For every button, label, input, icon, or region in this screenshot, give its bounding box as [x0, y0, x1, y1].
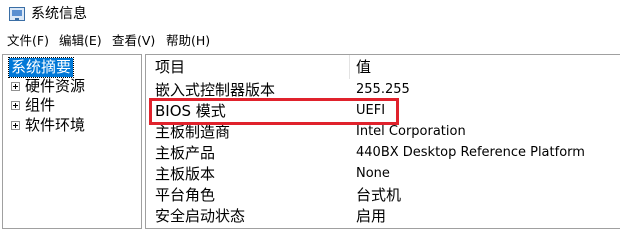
tree-item-label: 软件环境: [25, 116, 86, 134]
column-divider[interactable]: [349, 55, 350, 79]
system-information-icon: [9, 7, 25, 21]
table-row[interactable]: 主板产品 440BX Desktop Reference Platform: [146, 143, 620, 163]
category-tree[interactable]: 系统摘要 硬件资源 组件 软件环境: [2, 54, 142, 229]
plus-expander-icon[interactable]: [11, 101, 20, 110]
row-item: 平台角色: [155, 186, 216, 204]
highlight-annotation-box: [149, 98, 399, 125]
column-header-value[interactable]: 值: [356, 55, 371, 79]
row-item: 嵌入式控制器版本: [155, 81, 276, 99]
table-row[interactable]: 主板版本 None: [146, 164, 620, 184]
row-value: 440BX Desktop Reference Platform: [356, 145, 585, 160]
menu-help[interactable]: 帮助(H): [166, 33, 210, 49]
window-title: 系统信息: [31, 6, 87, 22]
plus-expander-icon[interactable]: [11, 82, 20, 91]
row-value: 台式机: [356, 186, 402, 204]
column-header-item[interactable]: 项目: [155, 55, 185, 79]
row-value: 255.255: [356, 82, 410, 97]
table-row[interactable]: 平台角色 台式机: [146, 185, 620, 205]
row-value: None: [356, 166, 390, 181]
row-value: Intel Corporation: [356, 124, 466, 139]
menu-view[interactable]: 查看(V): [112, 33, 155, 49]
tree-item-label: 硬件资源: [25, 77, 86, 95]
menu-file[interactable]: 文件(F): [7, 33, 49, 49]
details-list[interactable]: 项目 值 嵌入式控制器版本 255.255 BIOS 模式 UEFI 主板制造商…: [145, 54, 620, 229]
row-item: 主板制造商: [155, 123, 231, 141]
row-item: 安全启动状态: [155, 207, 246, 225]
row-value: 启用: [356, 207, 387, 225]
row-item: 主板产品: [155, 144, 216, 162]
menu-bar: 文件(F) 编辑(E) 查看(V) 帮助(H): [0, 30, 620, 52]
table-row[interactable]: 主板制造商 Intel Corporation: [146, 122, 620, 142]
row-item: 主板版本: [155, 165, 216, 183]
menu-edit[interactable]: 编辑(E): [59, 33, 102, 49]
tree-item-system-summary[interactable]: 系统摘要: [7, 57, 75, 78]
tree-item-label: 组件: [25, 96, 56, 114]
plus-expander-icon[interactable]: [11, 121, 20, 130]
table-row[interactable]: 嵌入式控制器版本 255.255: [146, 80, 620, 100]
title-bar: 系统信息: [0, 0, 620, 30]
table-row[interactable]: 安全启动状态 启用: [146, 206, 620, 226]
